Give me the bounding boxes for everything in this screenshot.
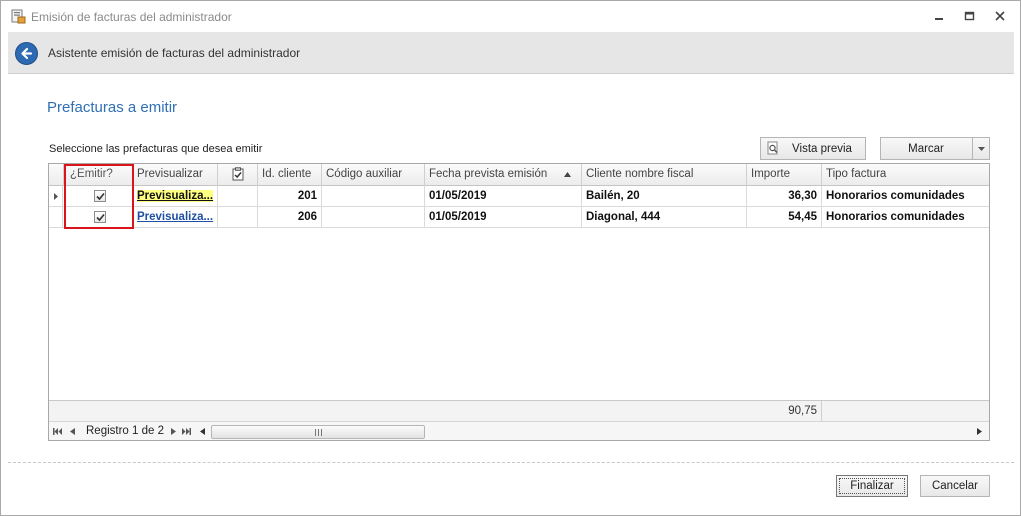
id-cliente-cell: 206	[258, 207, 322, 227]
previous-record-button[interactable]	[66, 424, 78, 439]
finish-button[interactable]: Finalizar	[836, 475, 908, 497]
cliente-cell: Diagonal, 444	[582, 207, 747, 227]
scroll-right-button[interactable]	[973, 424, 985, 439]
codigo-auxiliar-cell	[322, 207, 425, 227]
minimize-icon	[935, 18, 943, 20]
scroll-left-button[interactable]	[196, 424, 208, 439]
grid-navigator: Registro 1 de 2	[49, 421, 989, 440]
row-indicator-header	[49, 164, 64, 186]
mark-button[interactable]: Marcar	[880, 137, 990, 160]
checkmark-icon	[95, 213, 105, 221]
column-header-check[interactable]	[218, 164, 258, 186]
next-icon	[170, 428, 176, 435]
wizard-header: Asistente emisión de facturas del admini…	[8, 32, 1014, 74]
last-record-button[interactable]	[180, 424, 192, 439]
cliente-cell: Bailén, 20	[582, 186, 747, 206]
codigo-auxiliar-cell	[322, 186, 425, 206]
tipo-cell: Honorarios comunidades	[826, 190, 965, 202]
column-header-importe[interactable]: Importe	[747, 164, 822, 186]
restore-icon	[964, 11, 974, 21]
wizard-content: Prefacturas a emitir Seleccione las pref…	[8, 75, 1014, 497]
row-indicator	[49, 186, 63, 206]
mark-dropdown-toggle[interactable]	[972, 138, 989, 159]
sort-ascending-icon	[564, 172, 571, 177]
preview-button[interactable]: Vista previa	[760, 137, 866, 160]
invoices-grid: ¿Emitir? Previsualizar Id. cliente Códig…	[48, 163, 990, 441]
clipboard-check-icon	[232, 167, 244, 181]
column-header-previsualizar[interactable]: Previsualizar	[133, 164, 218, 186]
last-icon	[181, 428, 191, 435]
row-indicator	[49, 207, 63, 227]
preview-link[interactable]: Previsualiza...	[137, 211, 213, 223]
first-icon	[52, 428, 62, 435]
id-cliente-cell: 201	[258, 186, 322, 206]
preview-link[interactable]: Previsualiza...	[137, 190, 214, 202]
title-bar: Emisión de facturas del administrador	[1, 1, 1020, 31]
magnifier-page-icon	[767, 141, 778, 155]
checkmark-icon	[95, 192, 105, 200]
mark-button-label: Marcar	[908, 142, 944, 155]
record-counter: Registro 1 de 2	[86, 425, 164, 437]
column-header-emitir[interactable]: ¿Emitir?	[64, 164, 133, 186]
scroll-left-icon	[199, 428, 205, 435]
next-record-button[interactable]	[167, 424, 179, 439]
column-header-id-cliente[interactable]: Id. cliente	[258, 164, 322, 186]
fecha-cell: 01/05/2019	[425, 207, 582, 227]
previsualizar-cell: Previsualiza...	[133, 186, 218, 206]
close-button[interactable]	[987, 7, 1013, 25]
emitir-checkbox[interactable]	[94, 190, 106, 202]
column-header-cliente[interactable]: Cliente nombre fiscal	[582, 164, 747, 186]
fecha-cell: 01/05/2019	[425, 186, 582, 206]
table-row[interactable]: Previsualiza... 201 01/05/2019 Bailén, 2…	[49, 186, 989, 207]
back-button[interactable]	[15, 42, 38, 65]
first-record-button[interactable]	[51, 424, 63, 439]
current-row-icon	[53, 192, 58, 200]
importe-total: 90,75	[747, 401, 822, 421]
importe-cell: 54,45	[747, 207, 822, 227]
scroll-right-icon	[976, 428, 982, 435]
horizontal-scrollbar-thumb[interactable]	[211, 425, 425, 439]
section-title: Prefacturas a emitir	[47, 99, 178, 116]
minimize-button[interactable]	[926, 7, 952, 25]
finish-button-label: Finalizar	[850, 480, 894, 492]
emitir-checkbox[interactable]	[94, 211, 106, 223]
close-icon	[995, 11, 1005, 21]
previous-icon	[69, 428, 75, 435]
column-header-fecha-label: Fecha prevista emisión	[429, 168, 548, 180]
check-cell	[218, 186, 258, 206]
grip-icon	[314, 428, 322, 436]
instruction-text: Seleccione las prefacturas que desea emi…	[49, 143, 263, 155]
column-header-fecha[interactable]: Fecha prevista emisión	[425, 164, 582, 186]
previsualizar-cell: Previsualiza...	[133, 207, 218, 227]
grid-header: ¿Emitir? Previsualizar Id. cliente Códig…	[49, 164, 989, 186]
cancel-button[interactable]: Cancelar	[920, 475, 990, 497]
wizard-title: Asistente emisión de facturas del admini…	[48, 46, 301, 60]
invoice-app-icon	[11, 9, 26, 24]
preview-button-label: Vista previa	[792, 142, 852, 155]
maximize-button[interactable]	[956, 7, 982, 25]
wizard-window: Emisión de facturas del administrador As…	[0, 0, 1021, 516]
back-arrow-icon	[21, 47, 33, 60]
column-header-codigo-auxiliar[interactable]: Código auxiliar	[322, 164, 425, 186]
window-title: Emisión de facturas del administrador	[31, 10, 232, 24]
table-row[interactable]: Previsualiza... 206 01/05/2019 Diagonal,…	[49, 207, 989, 228]
emitir-cell	[64, 207, 133, 227]
chevron-down-icon	[977, 146, 985, 151]
emitir-cell	[64, 186, 133, 206]
column-header-tipo[interactable]: Tipo factura	[822, 164, 989, 186]
check-cell	[218, 207, 258, 227]
importe-cell: 36,30	[747, 186, 822, 206]
grid-summary-row: 90,75	[49, 400, 989, 421]
cancel-button-label: Cancelar	[931, 480, 979, 492]
tipo-cell: Honorarios comunidades	[826, 211, 965, 223]
